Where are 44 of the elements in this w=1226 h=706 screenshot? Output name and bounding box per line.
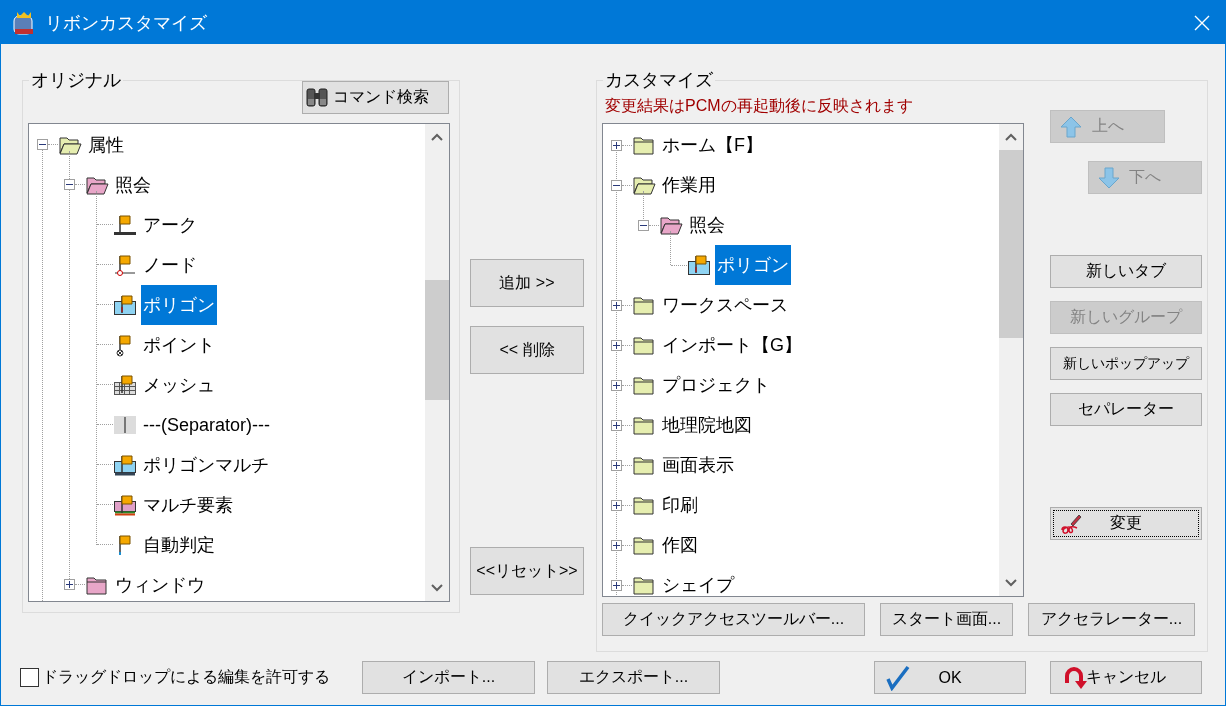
dialog-button[interactable]: OK — [874, 661, 1026, 694]
tree-item[interactable]: マルチ要素 — [141, 484, 235, 525]
option-button[interactable]: スタート画面... — [880, 603, 1013, 636]
transfer-button[interactable]: 追加 >> — [470, 259, 584, 307]
tree-item[interactable]: ポリゴンマルチ — [141, 444, 271, 485]
tree-item[interactable]: インポート【G】 — [660, 325, 804, 365]
side-button[interactable]: 変更 — [1050, 507, 1202, 540]
window-title: リボンカスタマイズ — [45, 11, 208, 35]
side-button[interactable]: 新しいポップアップ — [1050, 347, 1202, 380]
search-button[interactable]: コマンド検索 — [302, 81, 449, 114]
tree-item[interactable]: ポリゴン — [715, 245, 791, 285]
tree-item[interactable]: ポリゴン — [141, 284, 217, 325]
option-button[interactable]: クイックアクセスツールバー... — [602, 603, 865, 636]
tree-item[interactable]: 属性 — [86, 124, 126, 165]
tree-item[interactable]: 作業用 — [660, 165, 718, 205]
tree-item[interactable]: アーク — [141, 204, 199, 245]
tree-item[interactable]: シェイプ — [660, 565, 736, 596]
tree-item[interactable]: 照会 — [113, 164, 153, 205]
dialog-button[interactable]: エクスポート... — [547, 661, 720, 694]
tree-item[interactable]: ポイント — [141, 324, 217, 365]
tree-item[interactable]: ホーム【F】 — [660, 125, 765, 165]
tree-item[interactable]: 印刷 — [660, 485, 700, 525]
side-button[interactable]: セパレーター — [1050, 393, 1202, 426]
dialog-button[interactable]: キャンセル — [1050, 661, 1202, 694]
group-title: カスタマイズ — [604, 69, 714, 92]
tree-item[interactable]: 作図 — [660, 525, 700, 565]
transfer-button[interactable]: <<リセット>> — [470, 547, 584, 595]
group-title: オリジナル — [30, 69, 122, 92]
tree-item[interactable]: 地理院地図 — [660, 405, 754, 445]
tree-item[interactable]: ノード — [141, 244, 199, 285]
tree-item[interactable]: メッシュ — [141, 364, 217, 405]
tree-item[interactable]: 照会 — [687, 205, 727, 245]
tree-item[interactable]: プロジェクト — [660, 365, 772, 405]
tree-item[interactable]: 画面表示 — [660, 445, 736, 485]
dialog-button[interactable]: インポート... — [362, 661, 535, 694]
option-button[interactable]: アクセラレーター... — [1028, 603, 1195, 636]
tree-item[interactable]: ワークスペース — [660, 285, 790, 325]
tree-item[interactable]: ---(Separator)--- — [141, 404, 272, 445]
checkbox-label: ドラッグドロップによる編集を許可する — [42, 667, 331, 687]
side-button[interactable]: 新しいタブ — [1050, 255, 1202, 288]
notice-text: 変更結果はPCMの再起動後に反映されます — [605, 96, 914, 116]
tree-item[interactable]: 自動判定 — [141, 524, 217, 565]
transfer-button[interactable]: << 削除 — [470, 326, 584, 374]
tree-item[interactable]: ウィンドウ — [113, 564, 207, 601]
